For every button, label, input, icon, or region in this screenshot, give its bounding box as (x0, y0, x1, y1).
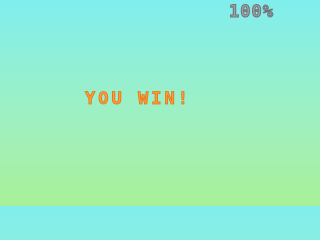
progress-percentage: 100% (229, 2, 274, 22)
game-screen: 100% YOU WIN! (0, 0, 276, 206)
win-message: YOU WIN! (85, 89, 191, 109)
